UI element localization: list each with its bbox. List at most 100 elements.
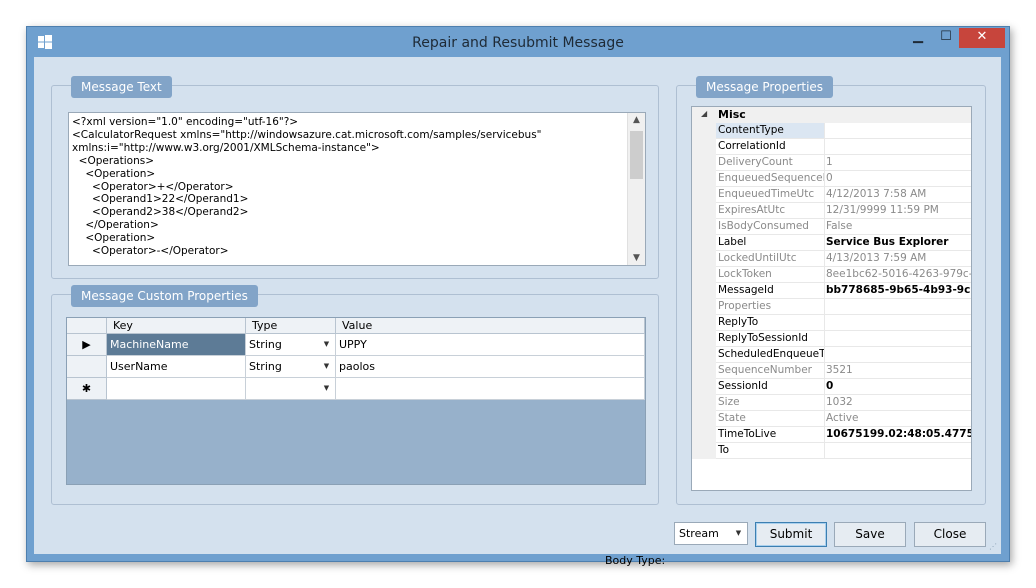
property-name[interactable]: ContentType bbox=[716, 123, 825, 139]
property-row[interactable]: State Active bbox=[692, 411, 971, 427]
property-name[interactable]: SessionId bbox=[716, 379, 825, 395]
property-row[interactable]: To bbox=[692, 443, 971, 459]
message-text-content[interactable]: <?xml version="1.0" encoding="utf-16"?> … bbox=[72, 116, 645, 258]
cell-value[interactable]: UPPY bbox=[336, 334, 645, 356]
property-name[interactable]: Size bbox=[716, 395, 825, 411]
new-cell-key[interactable] bbox=[107, 378, 246, 400]
column-header-value[interactable]: Value bbox=[336, 318, 645, 334]
property-name[interactable]: State bbox=[716, 411, 825, 427]
property-value[interactable] bbox=[823, 443, 971, 459]
property-grid[interactable]: ◢ Misc ContentType CorrelationId DeliveryC… bbox=[691, 106, 972, 491]
chevron-down-icon[interactable]: ▼ bbox=[320, 338, 333, 351]
resize-grip-icon[interactable]: ⋰ bbox=[989, 542, 999, 552]
maximize-button[interactable]: ☐ bbox=[933, 28, 959, 48]
property-row[interactable]: ScheduledEnqueueTimeUtc bbox=[692, 347, 971, 363]
property-name[interactable]: ExpiresAtUtc bbox=[716, 203, 825, 219]
property-row[interactable]: Label Service Bus Explorer bbox=[692, 235, 971, 251]
property-row[interactable]: ContentType bbox=[692, 123, 971, 139]
property-value[interactable] bbox=[823, 315, 971, 331]
property-row[interactable]: ReplyTo bbox=[692, 315, 971, 331]
property-name[interactable]: ReplyTo bbox=[716, 315, 825, 331]
property-row[interactable]: Properties bbox=[692, 299, 971, 315]
property-value[interactable]: 3521 bbox=[823, 363, 971, 379]
cell-type[interactable]: String ▼ bbox=[246, 334, 336, 356]
property-name[interactable]: ReplyToSessionId bbox=[716, 331, 825, 347]
close-window-button[interactable]: ✕ bbox=[959, 28, 1005, 48]
close-button[interactable]: Close bbox=[914, 522, 986, 547]
chevron-down-icon[interactable]: ▼ bbox=[320, 382, 333, 395]
property-value[interactable]: 8ee1bc62-5016-4263-979c-27 bbox=[823, 267, 971, 283]
column-header-key[interactable]: Key bbox=[107, 318, 246, 334]
property-row[interactable]: IsBodyConsumed False bbox=[692, 219, 971, 235]
property-value[interactable]: bb778685-9b65-4b93-9c9 bbox=[823, 283, 971, 299]
save-button[interactable]: Save bbox=[834, 522, 906, 547]
property-row[interactable]: ReplyToSessionId bbox=[692, 331, 971, 347]
property-name[interactable]: EnqueuedTimeUtc bbox=[716, 187, 825, 203]
property-name[interactable]: SequenceNumber bbox=[716, 363, 825, 379]
property-row[interactable]: MessageId bb778685-9b65-4b93-9c9 bbox=[692, 283, 971, 299]
property-value[interactable]: 0 bbox=[823, 379, 971, 395]
property-row[interactable]: SessionId 0 bbox=[692, 379, 971, 395]
property-row[interactable]: EnqueuedTimeUtc 4/12/2013 7:58 AM bbox=[692, 187, 971, 203]
cell-key[interactable]: MachineName bbox=[107, 334, 246, 356]
property-value[interactable] bbox=[823, 347, 971, 363]
collapse-icon[interactable]: ◢ bbox=[701, 109, 707, 118]
property-value[interactable]: Active bbox=[823, 411, 971, 427]
chevron-down-icon[interactable]: ▼ bbox=[732, 527, 745, 540]
new-cell-value[interactable] bbox=[336, 378, 645, 400]
property-row[interactable]: TimeToLive 10675199.02:48:05.4775 bbox=[692, 427, 971, 443]
property-row[interactable]: DeliveryCount 1 bbox=[692, 155, 971, 171]
property-name[interactable]: EnqueuedSequenceNumber bbox=[716, 171, 825, 187]
property-row[interactable]: SequenceNumber 3521 bbox=[692, 363, 971, 379]
property-value[interactable]: 4/12/2013 7:58 AM bbox=[823, 187, 971, 203]
property-row[interactable]: Size 1032 bbox=[692, 395, 971, 411]
cell-value[interactable]: paolos bbox=[336, 356, 645, 378]
property-name[interactable]: LockedUntilUtc bbox=[716, 251, 825, 267]
scroll-down-icon[interactable]: ▼ bbox=[628, 253, 645, 263]
property-value[interactable]: 12/31/9999 11:59 PM bbox=[823, 203, 971, 219]
minimize-button[interactable]: ▁ bbox=[905, 28, 931, 48]
property-row[interactable]: CorrelationId bbox=[692, 139, 971, 155]
property-name[interactable]: Label bbox=[716, 235, 825, 251]
property-name[interactable]: Properties bbox=[716, 299, 825, 315]
property-row[interactable]: ExpiresAtUtc 12/31/9999 11:59 PM bbox=[692, 203, 971, 219]
property-value[interactable]: 10675199.02:48:05.4775 bbox=[823, 427, 971, 443]
row-header[interactable] bbox=[67, 356, 107, 378]
message-text-editor[interactable]: <?xml version="1.0" encoding="utf-16"?> … bbox=[68, 112, 646, 266]
property-row[interactable]: LockToken 8ee1bc62-5016-4263-979c-27 bbox=[692, 267, 971, 283]
property-name[interactable]: IsBodyConsumed bbox=[716, 219, 825, 235]
property-value[interactable] bbox=[823, 299, 971, 315]
property-value[interactable] bbox=[823, 139, 971, 155]
new-cell-type[interactable]: ▼ bbox=[246, 378, 336, 400]
scroll-thumb[interactable] bbox=[630, 131, 643, 179]
property-name[interactable]: DeliveryCount bbox=[716, 155, 825, 171]
chevron-down-icon[interactable]: ▼ bbox=[320, 360, 333, 373]
row-header-new[interactable]: ✱ bbox=[67, 378, 107, 400]
body-type-select[interactable]: Stream ▼ bbox=[674, 522, 748, 545]
property-row[interactable]: LockedUntilUtc 4/13/2013 7:59 AM bbox=[692, 251, 971, 267]
cell-type[interactable]: String ▼ bbox=[246, 356, 336, 378]
property-row[interactable]: EnqueuedSequenceNumber0 bbox=[692, 171, 971, 187]
column-header-type[interactable]: Type bbox=[246, 318, 336, 334]
property-value[interactable]: False bbox=[823, 219, 971, 235]
message-text-scrollbar[interactable]: ▲ ▼ bbox=[627, 113, 645, 265]
property-name[interactable]: MessageId bbox=[716, 283, 825, 299]
property-value[interactable]: 1 bbox=[823, 155, 971, 171]
property-name[interactable]: TimeToLive bbox=[716, 427, 825, 443]
property-name[interactable]: ScheduledEnqueueTimeUtc bbox=[716, 347, 825, 363]
property-name[interactable]: To bbox=[716, 443, 825, 459]
category-misc[interactable]: ◢ Misc bbox=[692, 107, 971, 123]
submit-button[interactable]: Submit bbox=[755, 522, 827, 547]
property-value[interactable]: Service Bus Explorer bbox=[823, 235, 971, 251]
title-bar[interactable]: Repair and Resubmit Message ▁ ☐ ✕ bbox=[27, 27, 1009, 57]
property-value[interactable] bbox=[823, 123, 971, 139]
custom-properties-grid[interactable]: Key Type Value ▶ MachineName String ▼ UPP… bbox=[66, 317, 646, 485]
property-name[interactable]: CorrelationId bbox=[716, 139, 825, 155]
property-value[interactable]: 0 bbox=[823, 171, 971, 187]
row-header-current[interactable]: ▶ bbox=[67, 334, 107, 356]
property-value[interactable]: 4/13/2013 7:59 AM bbox=[823, 251, 971, 267]
scroll-up-icon[interactable]: ▲ bbox=[628, 115, 645, 125]
property-value[interactable] bbox=[823, 331, 971, 347]
property-name[interactable]: LockToken bbox=[716, 267, 825, 283]
property-value[interactable]: 1032 bbox=[823, 395, 971, 411]
